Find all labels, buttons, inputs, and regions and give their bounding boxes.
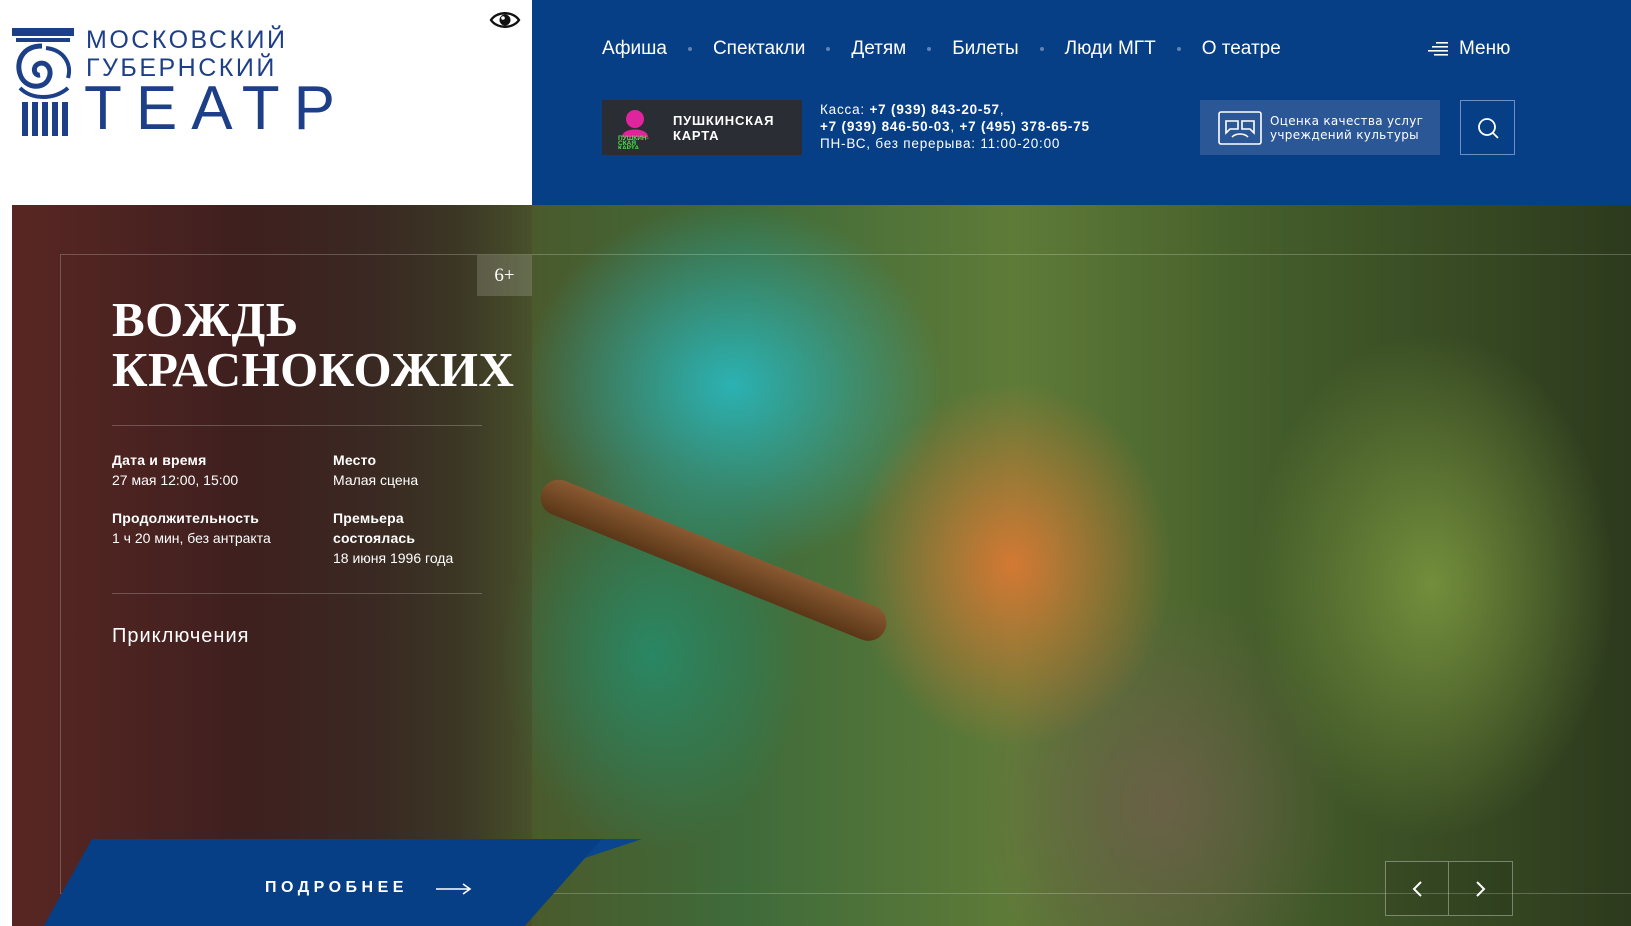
box-office-contacts: Касса: +7 (939) 843-20-57, +7 (939) 846-…	[820, 101, 1090, 152]
chevron-left-icon	[1412, 880, 1422, 897]
show-title-line1: ВОЖДЬ	[112, 292, 299, 347]
phone-link[interactable]: +7 (939) 843-20-57	[869, 102, 999, 117]
hamburger-icon	[1428, 42, 1448, 56]
quality-line2: учреждений культуры	[1270, 127, 1419, 142]
nav-item-lyudi[interactable]: Люди МГТ	[1065, 38, 1156, 60]
nav-item-detyam[interactable]: Детям	[851, 38, 906, 60]
working-hours: ПН-ВС, без перерыва: 11:00-20:00	[820, 136, 1061, 151]
eye-icon	[489, 12, 521, 28]
datetime-value: 27 мая 12:00, 15:00	[112, 472, 239, 488]
column-emblem-icon	[12, 28, 74, 136]
show-title: ВОЖДЬ КРАСНОКОЖИХ	[112, 292, 515, 397]
slider-next-button[interactable]	[1449, 861, 1513, 916]
chevron-right-icon	[1475, 880, 1485, 897]
place-label: Место	[333, 452, 377, 468]
phone-link[interactable]: +7 (939) 846-50-03	[820, 119, 950, 134]
nav-item-spektakli[interactable]: Спектакли	[713, 38, 805, 60]
premiere-label: Премьера	[333, 510, 404, 526]
pushkin-portrait-icon: ПУШКИН- СКАЯ КАРТА	[618, 109, 649, 152]
quality-rating-label: Оценка качества услуг учреждений культур…	[1270, 114, 1423, 142]
accessibility-eye-button[interactable]	[489, 8, 521, 32]
quality-rating-button[interactable]: Оценка качества услуг учреждений культур…	[1200, 100, 1440, 155]
datetime-label: Дата и время	[112, 452, 207, 468]
hero-slider: 6+ ВОЖДЬ КРАСНОКОЖИХ Дата и время 27 мая…	[12, 205, 1631, 926]
quality-line1: Оценка качества услуг	[1270, 113, 1424, 128]
nav-separator	[1039, 47, 1044, 51]
premiere-label: состоялась	[333, 530, 416, 546]
pushkin-card-logo: ПУШКИН- СКАЯ КАРТА	[616, 107, 654, 152]
svg-text:КАРТА: КАРТА	[618, 145, 639, 149]
contacts-line1: Касса: +7 (939) 843-20-57,	[820, 101, 1090, 118]
age-rating-badge: 6+	[477, 255, 532, 296]
pushkin-card-line2: КАРТА	[673, 127, 720, 143]
logo-text-line1: МОСКОВСКИЙ	[86, 26, 288, 54]
hero-photo-stick	[535, 474, 892, 647]
logo-text-line3: ТЕАТР	[84, 74, 349, 143]
duration-label: Продолжительность	[112, 510, 260, 526]
search-button[interactable]	[1460, 100, 1515, 155]
nav-item-bilety[interactable]: Билеты	[952, 38, 1018, 60]
premiere-info: Премьера состоялась 18 июня 1996 года	[333, 508, 453, 568]
slider-prev-button[interactable]	[1385, 861, 1449, 916]
duration-info: Продолжительность 1 ч 20 мин, без антрак…	[112, 508, 271, 548]
arrow-right-icon	[436, 883, 472, 895]
show-title-line2: КРАСНОКОЖИХ	[112, 342, 515, 397]
phone-separator: ,	[999, 102, 1005, 117]
logo-area: МОСКОВСКИЙ ГУБЕРНСКИЙ ТЕАТР	[0, 0, 532, 205]
menu-button[interactable]: Меню	[1428, 38, 1510, 60]
nav-separator	[1176, 47, 1181, 51]
main-nav: Афиша Спектакли Детям Билеты Люди МГТ О …	[602, 38, 1281, 60]
feedback-hands-icon	[1218, 110, 1262, 145]
more-details-label: ПОДРОБНЕЕ	[265, 879, 408, 896]
kassa-label: Касса:	[820, 102, 870, 117]
place-info: Место Малая сцена	[333, 450, 418, 490]
nav-separator	[927, 47, 932, 51]
nav-item-o-teatre[interactable]: О театре	[1202, 38, 1281, 60]
genre-label: Приключения	[112, 625, 250, 647]
place-value: Малая сцена	[333, 472, 419, 488]
nav-item-afisha[interactable]: Афиша	[602, 38, 667, 60]
duration-value: 1 ч 20 мин, без антракта	[112, 530, 271, 546]
slider-navigation	[1385, 861, 1513, 916]
divider	[112, 425, 482, 426]
nav-separator	[826, 47, 831, 51]
theatre-logo[interactable]: МОСКОВСКИЙ ГУБЕРНСКИЙ ТЕАТР	[12, 26, 335, 140]
header: Афиша Спектакли Детям Билеты Люди МГТ О …	[532, 0, 1631, 205]
premiere-value: 18 июня 1996 года	[333, 550, 454, 566]
pushkin-card-button[interactable]: ПУШКИН- СКАЯ КАРТА ПУШКИНСКАЯ КАРТА	[602, 100, 802, 155]
phone-link[interactable]: +7 (495) 378-65-75	[959, 119, 1089, 134]
pushkin-card-label: ПУШКИНСКАЯ КАРТА	[673, 113, 774, 143]
more-details-button[interactable]: ПОДРОБНЕЕ	[42, 839, 662, 926]
datetime-info: Дата и время 27 мая 12:00, 15:00	[112, 450, 238, 490]
search-icon	[1477, 117, 1499, 139]
pushkin-card-line1: ПУШКИНСКАЯ	[673, 112, 775, 128]
menu-label: Меню	[1459, 38, 1511, 59]
contacts-line2: +7 (939) 846-50-03, +7 (495) 378-65-75	[820, 118, 1090, 135]
nav-separator	[687, 47, 692, 51]
divider	[112, 593, 482, 594]
